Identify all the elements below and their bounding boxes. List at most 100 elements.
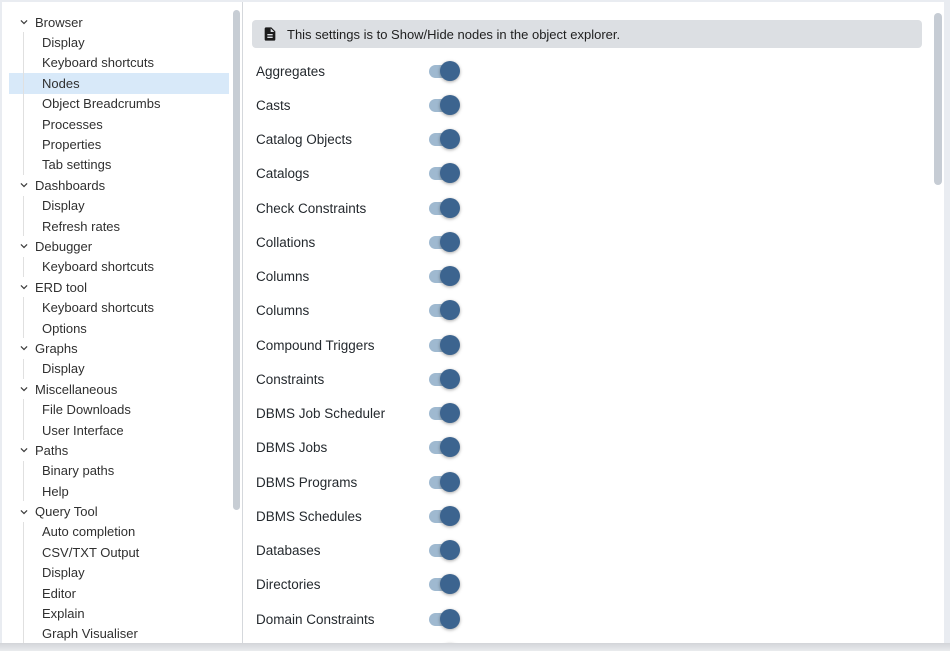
sidebar-item-nodes[interactable]: Nodes (9, 73, 229, 93)
sidebar-item-debugger[interactable]: Debugger (9, 236, 229, 256)
toggle-knob (440, 574, 460, 594)
sidebar-item-label: Keyboard shortcuts (42, 55, 154, 70)
sidebar-item-options[interactable]: Options (9, 318, 229, 338)
node-label: DBMS Jobs (256, 440, 429, 455)
toggle-knob (440, 506, 460, 526)
main-scrollbar[interactable] (934, 13, 942, 185)
node-label: Catalog Objects (256, 132, 429, 147)
sidebar-item-label: Display (42, 35, 85, 50)
toggle-knob (440, 403, 460, 423)
toggle-switch[interactable] (429, 613, 458, 626)
sidebar-item-paths[interactable]: Paths (9, 440, 229, 460)
toggle-knob (440, 266, 460, 286)
sidebar-item-label: Display (42, 198, 85, 213)
sidebar-item-label: Binary paths (42, 463, 114, 478)
node-toggle-row: Catalog Objects (243, 123, 944, 157)
sidebar-item-label: Explain (42, 606, 85, 621)
sidebar-item-object-breadcrumbs[interactable]: Object Breadcrumbs (9, 94, 229, 114)
sidebar-item-explain[interactable]: Explain (9, 603, 229, 623)
sidebar-item-auto-completion[interactable]: Auto completion (9, 522, 229, 542)
toggle-switch[interactable] (429, 578, 458, 591)
toggle-switch[interactable] (429, 441, 458, 454)
node-label: Catalogs (256, 166, 429, 181)
node-toggle-row: Compound Triggers (243, 328, 944, 362)
toggle-knob (440, 129, 460, 149)
sidebar-item-miscellaneous[interactable]: Miscellaneous (9, 379, 229, 399)
sidebar-item-file-downloads[interactable]: File Downloads (9, 399, 229, 419)
sidebar-item-graphs[interactable]: Graphs (9, 338, 229, 358)
node-toggle-row: DBMS Job Scheduler (243, 397, 944, 431)
node-label: Casts (256, 98, 429, 113)
preferences-dialog: { "colors": { "accent": "#326690", "togg… (0, 0, 950, 651)
toggle-knob (440, 198, 460, 218)
sidebar-item-label: Display (42, 565, 85, 580)
sidebar-item-editor[interactable]: Editor (9, 583, 229, 603)
sidebar-item-binary-paths[interactable]: Binary paths (9, 461, 229, 481)
sidebar-item-label: Graphs (35, 341, 78, 356)
toggle-switch[interactable] (429, 373, 458, 386)
toggle-switch[interactable] (429, 99, 458, 112)
node-label: Directories (256, 577, 429, 592)
sidebar-item-erd-tool[interactable]: ERD tool (9, 277, 229, 297)
toggle-switch[interactable] (429, 544, 458, 557)
sidebar-item-query-tool[interactable]: Query Tool (9, 501, 229, 521)
node-toggle-row: Columns (243, 260, 944, 294)
toggle-switch[interactable] (429, 236, 458, 249)
sidebar-item-display[interactable]: Display (9, 32, 229, 52)
sidebar-item-label: Nodes (42, 76, 80, 91)
toggle-switch[interactable] (429, 510, 458, 523)
toggle-switch[interactable] (429, 304, 458, 317)
toggle-switch[interactable] (429, 476, 458, 489)
toggle-switch[interactable] (429, 167, 458, 180)
toggle-knob (440, 609, 460, 629)
sidebar-item-label: Properties (42, 137, 101, 152)
toggle-switch[interactable] (429, 133, 458, 146)
toggle-switch[interactable] (429, 65, 458, 78)
toggle-knob (440, 163, 460, 183)
sidebar-item-keyboard-shortcuts[interactable]: Keyboard shortcuts (9, 297, 229, 317)
sidebar-item-refresh-rates[interactable]: Refresh rates (9, 216, 229, 236)
sidebar-item-display[interactable]: Display (9, 563, 229, 583)
toggle-switch[interactable] (429, 270, 458, 283)
sidebar-item-browser[interactable]: Browser (9, 12, 229, 32)
sidebar-item-csv-txt-output[interactable]: CSV/TXT Output (9, 542, 229, 562)
chevron-down-icon[interactable] (17, 239, 31, 253)
toggle-switch[interactable] (429, 339, 458, 352)
chevron-down-icon[interactable] (17, 15, 31, 29)
node-toggle-row: DBMS Schedules (243, 499, 944, 533)
sidebar-item-display[interactable]: Display (9, 196, 229, 216)
sidebar-item-label: ERD tool (35, 280, 87, 295)
sidebar-item-properties[interactable]: Properties (9, 134, 229, 154)
sidebar-item-label: Auto completion (42, 524, 135, 539)
sidebar-item-label: Help (42, 484, 69, 499)
sidebar-scrollbar[interactable] (233, 10, 240, 510)
chevron-down-icon[interactable] (17, 178, 31, 192)
sidebar-item-graph-visualiser[interactable]: Graph Visualiser (9, 624, 229, 643)
toggle-knob (440, 437, 460, 457)
sidebar-item-label: CSV/TXT Output (42, 545, 139, 560)
toggle-switch[interactable] (429, 202, 458, 215)
sidebar-item-dashboards[interactable]: Dashboards (9, 175, 229, 195)
chevron-down-icon[interactable] (17, 280, 31, 294)
node-toggle-row: Aggregates (243, 54, 944, 88)
sidebar-item-processes[interactable]: Processes (9, 114, 229, 134)
sidebar-item-display[interactable]: Display (9, 359, 229, 379)
toggle-knob (440, 61, 460, 81)
sidebar-item-help[interactable]: Help (9, 481, 229, 501)
sidebar-item-keyboard-shortcuts[interactable]: Keyboard shortcuts (9, 257, 229, 277)
node-toggle-row: DBMS Programs (243, 465, 944, 499)
chevron-down-icon[interactable] (17, 505, 31, 519)
chevron-down-icon[interactable] (17, 443, 31, 457)
chevron-down-icon[interactable] (17, 341, 31, 355)
sidebar-item-tab-settings[interactable]: Tab settings (9, 155, 229, 175)
sidebar-item-keyboard-shortcuts[interactable]: Keyboard shortcuts (9, 53, 229, 73)
sidebar-item-user-interface[interactable]: User Interface (9, 420, 229, 440)
sidebar-item-label: Debugger (35, 239, 92, 254)
sidebar-item-label: Graph Visualiser (42, 626, 138, 641)
toggle-switch[interactable] (429, 407, 458, 420)
sidebar-tree: Browser Display Keyboard shortcuts Nodes Obj… (2, 2, 242, 643)
node-label: Columns (256, 303, 429, 318)
chevron-down-icon[interactable] (17, 382, 31, 396)
nodes-settings-panel: This settings is to Show/Hide nodes in t… (243, 2, 944, 643)
sidebar-item-label: Keyboard shortcuts (42, 300, 154, 315)
